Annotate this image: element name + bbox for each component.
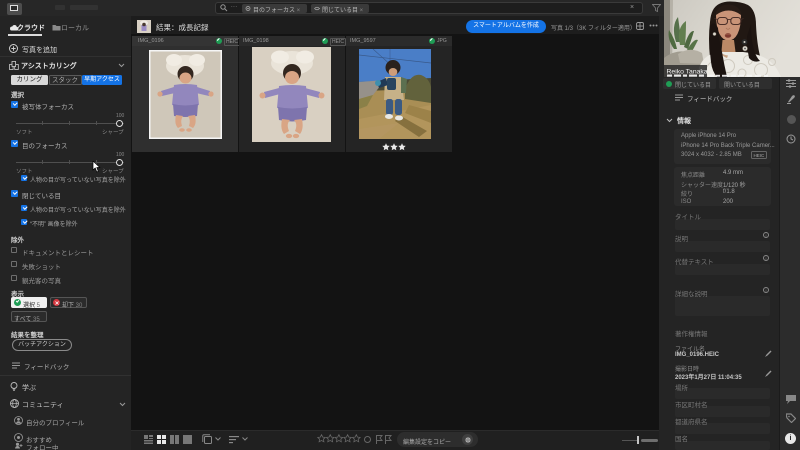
- svg-text:Reiko Tanaka: Reiko Tanaka: [667, 69, 708, 76]
